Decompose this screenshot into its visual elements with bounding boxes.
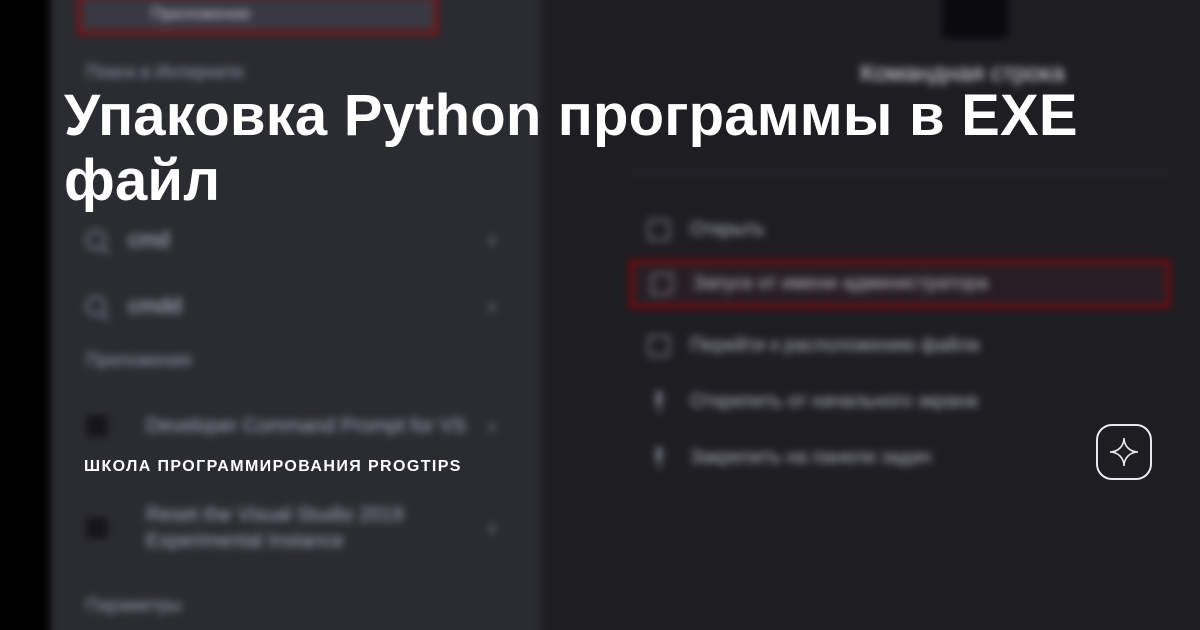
star-icon [1108, 436, 1140, 468]
article-title: Упаковка Python программы в EXE файл [64, 84, 1140, 214]
brand-label: ШКОЛА ПРОГРАММИРОВАНИЯ PROGTIPS [84, 458, 462, 476]
platform-badge [1096, 424, 1152, 480]
foreground-overlay: Упаковка Python программы в EXE файл ШКО… [0, 0, 1200, 630]
